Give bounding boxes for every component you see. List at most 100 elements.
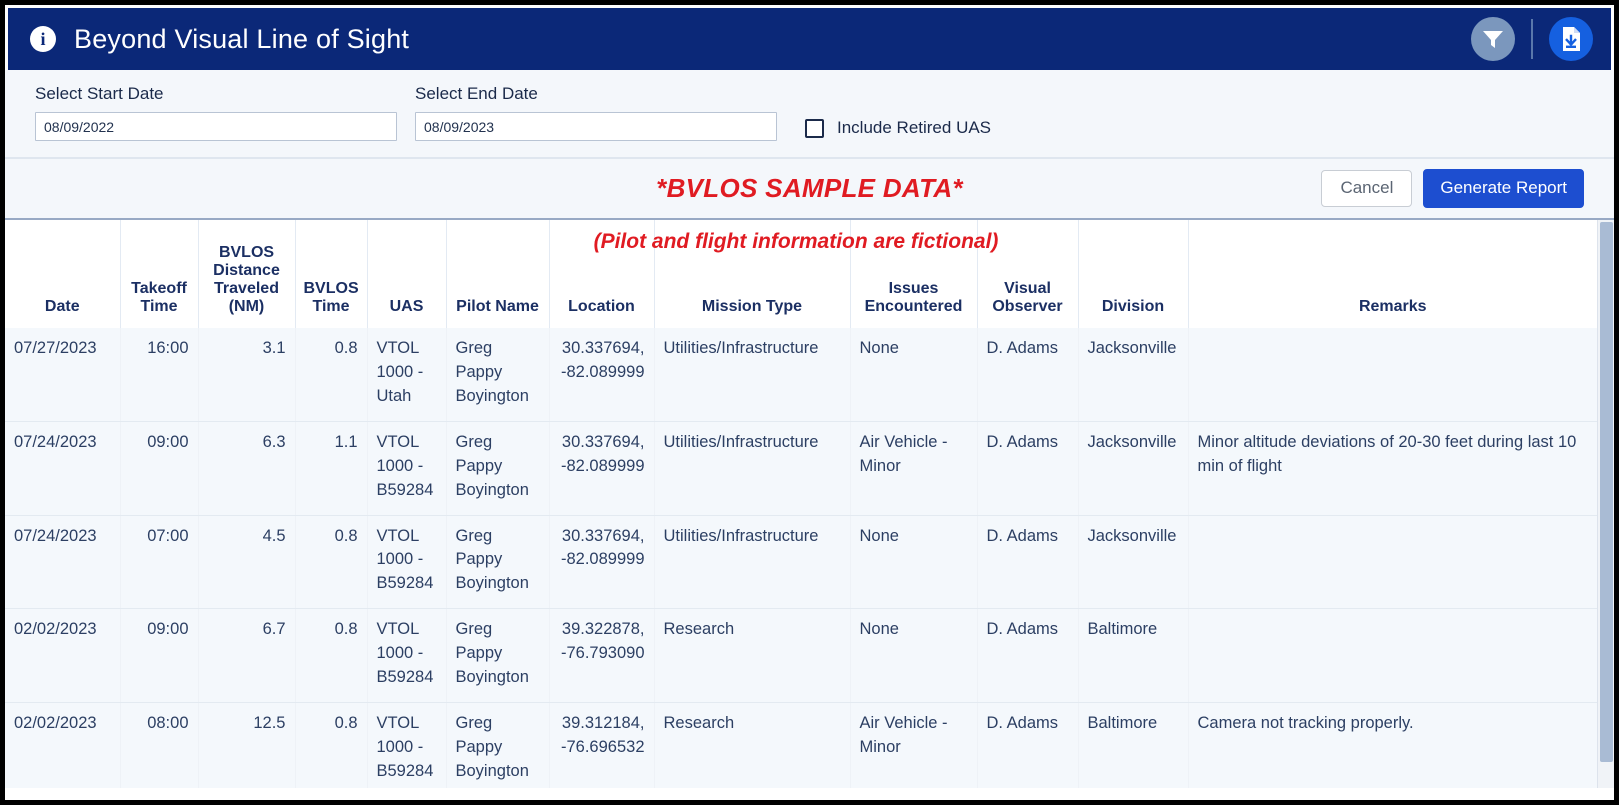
cell-bvlos-time: 0.8	[295, 608, 368, 704]
cell-bvlos-time: 0.8	[295, 515, 368, 610]
bvlos-report-window: i Beyond Visual Line of Sight Select Sta…	[0, 0, 1619, 805]
cell-uas: VTOL 1000 - B59284	[367, 515, 447, 610]
cell-date: 07/24/2023	[5, 421, 121, 516]
generate-report-button[interactable]: Generate Report	[1423, 169, 1584, 208]
cell-issues-encountered: None	[850, 608, 978, 704]
cell-mission-type: Research	[654, 702, 851, 788]
table-row[interactable]: 07/27/2023 16:00 3.1 0.8 VTOL 1000 - Utah Gre…	[5, 328, 1597, 422]
cell-pilot-name: Greg Pappy Boyington	[446, 515, 550, 610]
column-header-mission-type[interactable]: Mission Type	[654, 220, 851, 328]
cell-pilot-name: Greg Pappy Boyington	[446, 702, 550, 788]
table-body: 07/27/2023 16:00 3.1 0.8 VTOL 1000 - Utah Gre…	[5, 328, 1597, 788]
cell-takeoff-time: 09:00	[120, 421, 199, 516]
column-header-remarks[interactable]: Remarks	[1188, 220, 1597, 328]
cell-issues-encountered: None	[850, 328, 978, 422]
cell-uas: VTOL 1000 - B59284	[367, 608, 447, 704]
cell-takeoff-time: 09:00	[120, 608, 199, 704]
cell-location: 30.337694, -82.089999	[549, 515, 655, 610]
scrollbar-thumb[interactable]	[1600, 222, 1613, 762]
cell-remarks	[1188, 515, 1597, 610]
table-row[interactable]: 02/02/2023 08:00 12.5 0.8 VTOL 1000 - B59284…	[5, 702, 1597, 788]
filter-panel: Select Start Date Select End Date Includ…	[5, 70, 1614, 158]
cell-date: 02/02/2023	[5, 702, 121, 788]
cell-location: 39.312184, -76.696532	[549, 702, 655, 788]
report-table-container: (Pilot and flight information are fictio…	[5, 218, 1614, 788]
cell-date: 07/24/2023	[5, 515, 121, 610]
column-header-visual-observer[interactable]: Visual Observer	[977, 220, 1079, 328]
column-header-bvlos-time[interactable]: BVLOS Time	[295, 220, 368, 328]
cell-division: Baltimore	[1078, 608, 1189, 704]
cell-visual-observer: D. Adams	[977, 702, 1079, 788]
filter-icon[interactable]	[1471, 17, 1515, 61]
cell-location: 30.337694, -82.089999	[549, 421, 655, 516]
action-row: *BVLOS SAMPLE DATA* Cancel Generate Repo…	[5, 158, 1614, 218]
cell-division: Jacksonville	[1078, 515, 1189, 610]
cell-visual-observer: D. Adams	[977, 421, 1079, 516]
cell-division: Baltimore	[1078, 702, 1189, 788]
cell-mission-type: Utilities/Infrastructure	[654, 421, 851, 516]
cell-bvlos-distance: 6.3	[198, 421, 296, 516]
vertical-scrollbar[interactable]	[1597, 220, 1614, 788]
column-header-takeoff-time[interactable]: Takeoff Time	[120, 220, 199, 328]
cell-bvlos-distance: 12.5	[198, 702, 296, 788]
include-retired-uas-checkbox-group[interactable]: Include Retired UAS	[805, 118, 991, 141]
cell-bvlos-time: 0.8	[295, 328, 368, 422]
cell-bvlos-distance: 6.7	[198, 608, 296, 704]
column-header-bvlos-distance[interactable]: BVLOS Distance Traveled (NM)	[198, 220, 296, 328]
table-header-row: Date Takeoff Time BVLOS Distance Travele…	[5, 220, 1597, 328]
end-date-field: Select End Date	[415, 84, 777, 141]
cell-visual-observer: D. Adams	[977, 328, 1079, 422]
cell-bvlos-distance: 4.5	[198, 515, 296, 610]
column-header-issues-encountered[interactable]: Issues Encountered	[850, 220, 978, 328]
cell-division: Jacksonville	[1078, 328, 1189, 422]
cell-mission-type: Utilities/Infrastructure	[654, 328, 851, 422]
info-icon[interactable]: i	[30, 26, 56, 52]
cell-remarks	[1188, 608, 1597, 704]
cell-remarks	[1188, 328, 1597, 422]
table-row[interactable]: 02/02/2023 09:00 6.7 0.8 VTOL 1000 - B59284 G…	[5, 608, 1597, 704]
start-date-input[interactable]	[35, 112, 397, 141]
end-date-input[interactable]	[415, 112, 777, 141]
cell-pilot-name: Greg Pappy Boyington	[446, 608, 550, 704]
cell-date: 07/27/2023	[5, 328, 121, 422]
column-header-uas[interactable]: UAS	[367, 220, 447, 328]
cancel-button[interactable]: Cancel	[1321, 170, 1413, 207]
cell-issues-encountered: Air Vehicle - Minor	[850, 421, 978, 516]
titlebar-actions	[1471, 17, 1593, 61]
action-buttons: Cancel Generate Report	[1321, 169, 1584, 208]
table-row[interactable]: 07/24/2023 09:00 6.3 1.1 VTOL 1000 - B59284 G…	[5, 421, 1597, 516]
cell-mission-type: Utilities/Infrastructure	[654, 515, 851, 610]
page-title: Beyond Visual Line of Sight	[74, 23, 410, 54]
include-retired-uas-label: Include Retired UAS	[837, 118, 992, 137]
cell-mission-type: Research	[654, 608, 851, 704]
column-header-date[interactable]: Date	[5, 220, 121, 328]
column-header-location[interactable]: Location	[549, 220, 655, 328]
cell-takeoff-time: 07:00	[120, 515, 199, 610]
cell-pilot-name: Greg Pappy Boyington	[446, 421, 550, 516]
table-header: Date Takeoff Time BVLOS Distance Travele…	[5, 220, 1597, 328]
titlebar-divider	[1531, 19, 1533, 59]
cell-remarks: Camera not tracking properly.	[1188, 702, 1597, 788]
cell-location: 39.322878, -76.793090	[549, 608, 655, 704]
column-header-pilot-name[interactable]: Pilot Name	[446, 220, 550, 328]
cell-date: 02/02/2023	[5, 608, 121, 704]
filter-fields-row: Select Start Date Select End Date Includ…	[35, 84, 1584, 157]
cell-uas: VTOL 1000 - B59284	[367, 702, 447, 788]
cell-issues-encountered: None	[850, 515, 978, 610]
table-row[interactable]: 07/24/2023 07:00 4.5 0.8 VTOL 1000 - B59284 G…	[5, 515, 1597, 610]
cell-uas: VTOL 1000 - B59284	[367, 421, 447, 516]
cell-bvlos-time: 0.8	[295, 702, 368, 788]
cell-bvlos-time: 1.1	[295, 421, 368, 516]
cell-uas: VTOL 1000 - Utah	[367, 328, 447, 422]
download-file-icon[interactable]	[1549, 17, 1593, 61]
cell-pilot-name: Greg Pappy Boyington	[446, 328, 550, 422]
start-date-label: Select Start Date	[35, 84, 164, 103]
column-header-division[interactable]: Division	[1078, 220, 1189, 328]
start-date-field: Select Start Date	[35, 84, 397, 141]
window-titlebar: i Beyond Visual Line of Sight	[8, 8, 1611, 70]
cell-issues-encountered: Air Vehicle - Minor	[850, 702, 978, 788]
include-retired-uas-checkbox[interactable]	[805, 118, 824, 138]
cell-takeoff-time: 16:00	[120, 328, 199, 422]
cell-visual-observer: D. Adams	[977, 608, 1079, 704]
cell-visual-observer: D. Adams	[977, 515, 1079, 610]
